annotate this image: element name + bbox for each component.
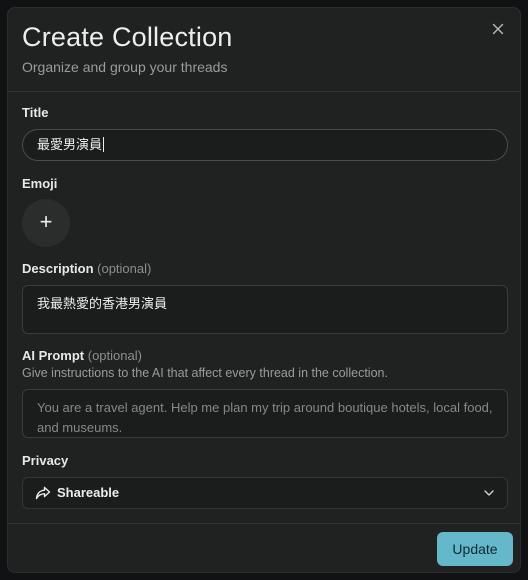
modal-footer: Update [8, 523, 520, 572]
chevron-down-icon [484, 490, 494, 496]
ai-prompt-help: Give instructions to the AI that affect … [22, 366, 388, 380]
text-caret [103, 137, 105, 152]
title-input-value: 最愛男演員 [37, 137, 103, 152]
description-optional-tag: (optional) [97, 261, 152, 276]
plus-icon: + [39, 209, 53, 234]
update-button[interactable]: Update [437, 532, 513, 566]
description-textarea[interactable]: 我最熱愛的香港男演員 [22, 285, 508, 334]
modal-title: Create Collection [22, 22, 233, 52]
description-label: Description (optional) [22, 261, 151, 276]
title-input[interactable]: 最愛男演員 [22, 129, 508, 161]
create-collection-modal: Create Collection Organize and group you… [7, 7, 521, 573]
ai-prompt-optional-tag: (optional) [87, 348, 142, 363]
description-label-text: Description [22, 261, 94, 276]
privacy-select[interactable]: Shareable [22, 477, 508, 509]
privacy-value: Shareable [57, 485, 120, 500]
modal-subtitle: Organize and group your threads [22, 59, 228, 75]
description-value: 我最熱愛的香港男演員 [37, 296, 168, 311]
ai-prompt-label: AI Prompt (optional) [22, 348, 142, 363]
title-label: Title [22, 105, 49, 120]
ai-prompt-textarea[interactable]: You are a travel agent. Help me plan my … [22, 389, 508, 438]
emoji-label: Emoji [22, 176, 58, 191]
ai-prompt-label-text: AI Prompt [22, 348, 85, 363]
close-icon[interactable] [490, 21, 506, 37]
privacy-label: Privacy [22, 453, 69, 468]
emoji-picker-button[interactable]: + [22, 199, 70, 247]
ai-prompt-placeholder: You are a travel agent. Help me plan my … [37, 400, 493, 435]
share-icon [35, 486, 51, 500]
modal-header: Create Collection Organize and group you… [8, 8, 520, 92]
